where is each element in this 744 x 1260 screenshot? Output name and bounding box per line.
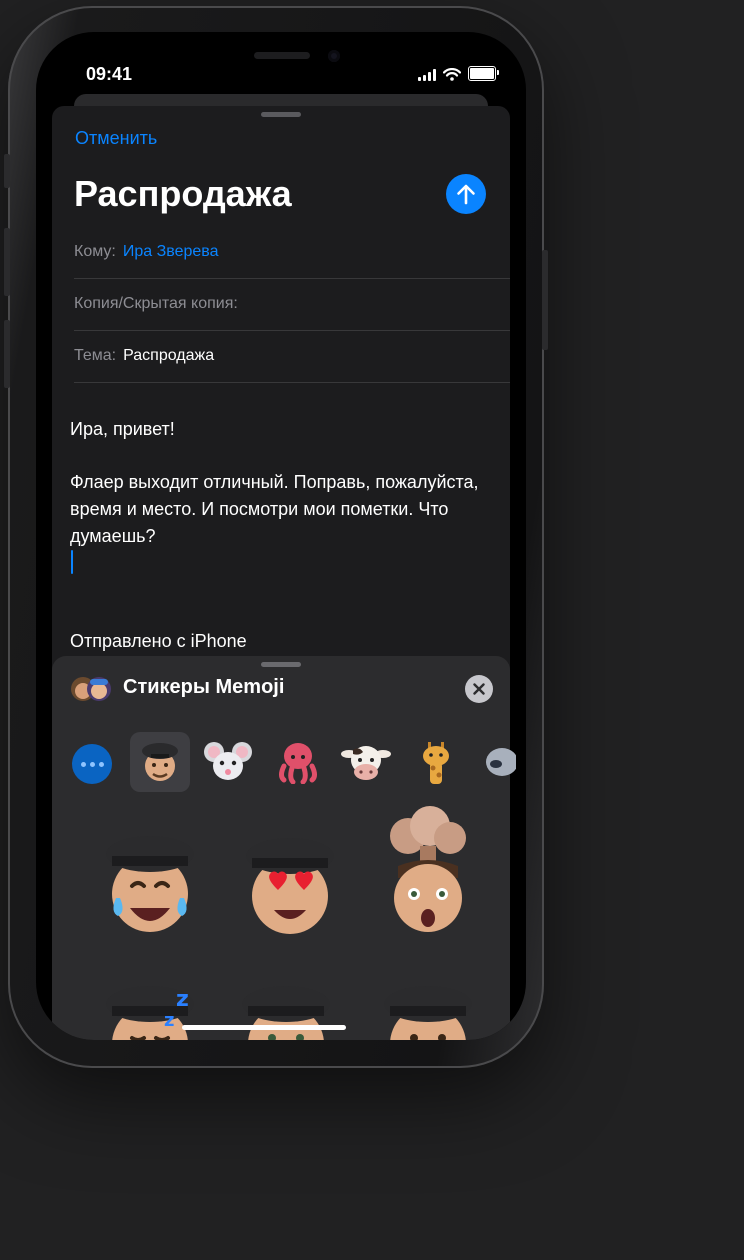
sticker-mind-blown[interactable] [368, 806, 488, 946]
cow-icon [341, 746, 391, 780]
body-signature[interactable]: Отправлено с iPhone [70, 628, 500, 655]
category-giraffe[interactable] [406, 732, 466, 792]
cellular-signal-icon [418, 69, 436, 81]
subject-field[interactable]: Тема: Распродажа [74, 330, 510, 383]
cc-bcc-field[interactable]: Копия/Скрытая копия: [74, 278, 510, 331]
body-greeting[interactable]: Ира, привет! [70, 416, 500, 443]
recipient-token[interactable]: Ира Зверева [123, 243, 219, 261]
subject-label: Тема: [74, 347, 117, 364]
more-button[interactable] [72, 744, 112, 784]
to-label: Кому: [74, 243, 116, 260]
mail-compose-sheet: Отменить Распродажа Кому: Ира Зверева Ко… [52, 106, 510, 706]
send-button[interactable] [446, 174, 486, 214]
mouse-icon [204, 742, 252, 780]
svg-text:z: z [176, 987, 189, 1012]
svg-text:z: z [164, 1010, 174, 1031]
memoji-sticker-panel: Стикеры Memoji z z [52, 656, 516, 1040]
memoji-group-icon [71, 677, 111, 701]
screen: 09:41 Отменить Распродажа Кому: Ира Звер… [36, 32, 526, 1040]
sticker-category-row [72, 732, 516, 794]
compose-title: Распродажа [74, 173, 292, 214]
to-field[interactable]: Кому: Ира Зверева [74, 226, 510, 279]
giraffe-icon [423, 742, 449, 784]
category-cow[interactable] [336, 732, 396, 792]
sticker-thinking[interactable] [368, 966, 488, 1040]
category-alien[interactable] [476, 732, 516, 792]
volume-down-button [4, 320, 10, 388]
status-icons [418, 66, 499, 81]
silent-switch [4, 154, 10, 188]
panel-title: Стикеры Memoji [123, 676, 285, 698]
phone-frame: 09:41 Отменить Распродажа Кому: Ира Звер… [4, 6, 548, 1068]
alien-icon [486, 748, 516, 776]
octopus-icon [279, 743, 317, 784]
category-octopus[interactable] [268, 732, 328, 792]
cancel-button[interactable]: Отменить [75, 128, 157, 149]
volume-up-button [4, 228, 10, 296]
home-indicator[interactable] [182, 1025, 346, 1030]
front-camera [328, 50, 340, 62]
wifi-icon [443, 68, 461, 81]
body-paragraph[interactable]: Флаер выходит отличный. Поправь, пожалуй… [70, 469, 500, 550]
close-icon [473, 683, 485, 695]
ellipsis-icon [80, 761, 86, 767]
category-memoji-beret[interactable] [130, 732, 190, 792]
text-cursor [71, 550, 73, 574]
arrow-up-icon [457, 184, 475, 205]
sticker-laughing-tears[interactable] [90, 816, 210, 956]
power-button [542, 250, 548, 350]
subject-value[interactable]: Распродажа [123, 347, 214, 365]
status-time: 09:41 [86, 64, 133, 84]
sticker-grid: z z [52, 806, 510, 1040]
panel-grabber[interactable] [261, 662, 301, 667]
cc-label: Копия/Скрытая копия: [74, 295, 238, 312]
speaker [254, 52, 310, 59]
sheet-grabber[interactable] [261, 112, 301, 117]
sticker-heart-eyes[interactable] [230, 816, 350, 956]
close-button[interactable] [465, 675, 493, 703]
battery-icon [468, 66, 499, 81]
category-mouse[interactable] [198, 732, 258, 792]
memoji-beret-icon [142, 743, 178, 781]
